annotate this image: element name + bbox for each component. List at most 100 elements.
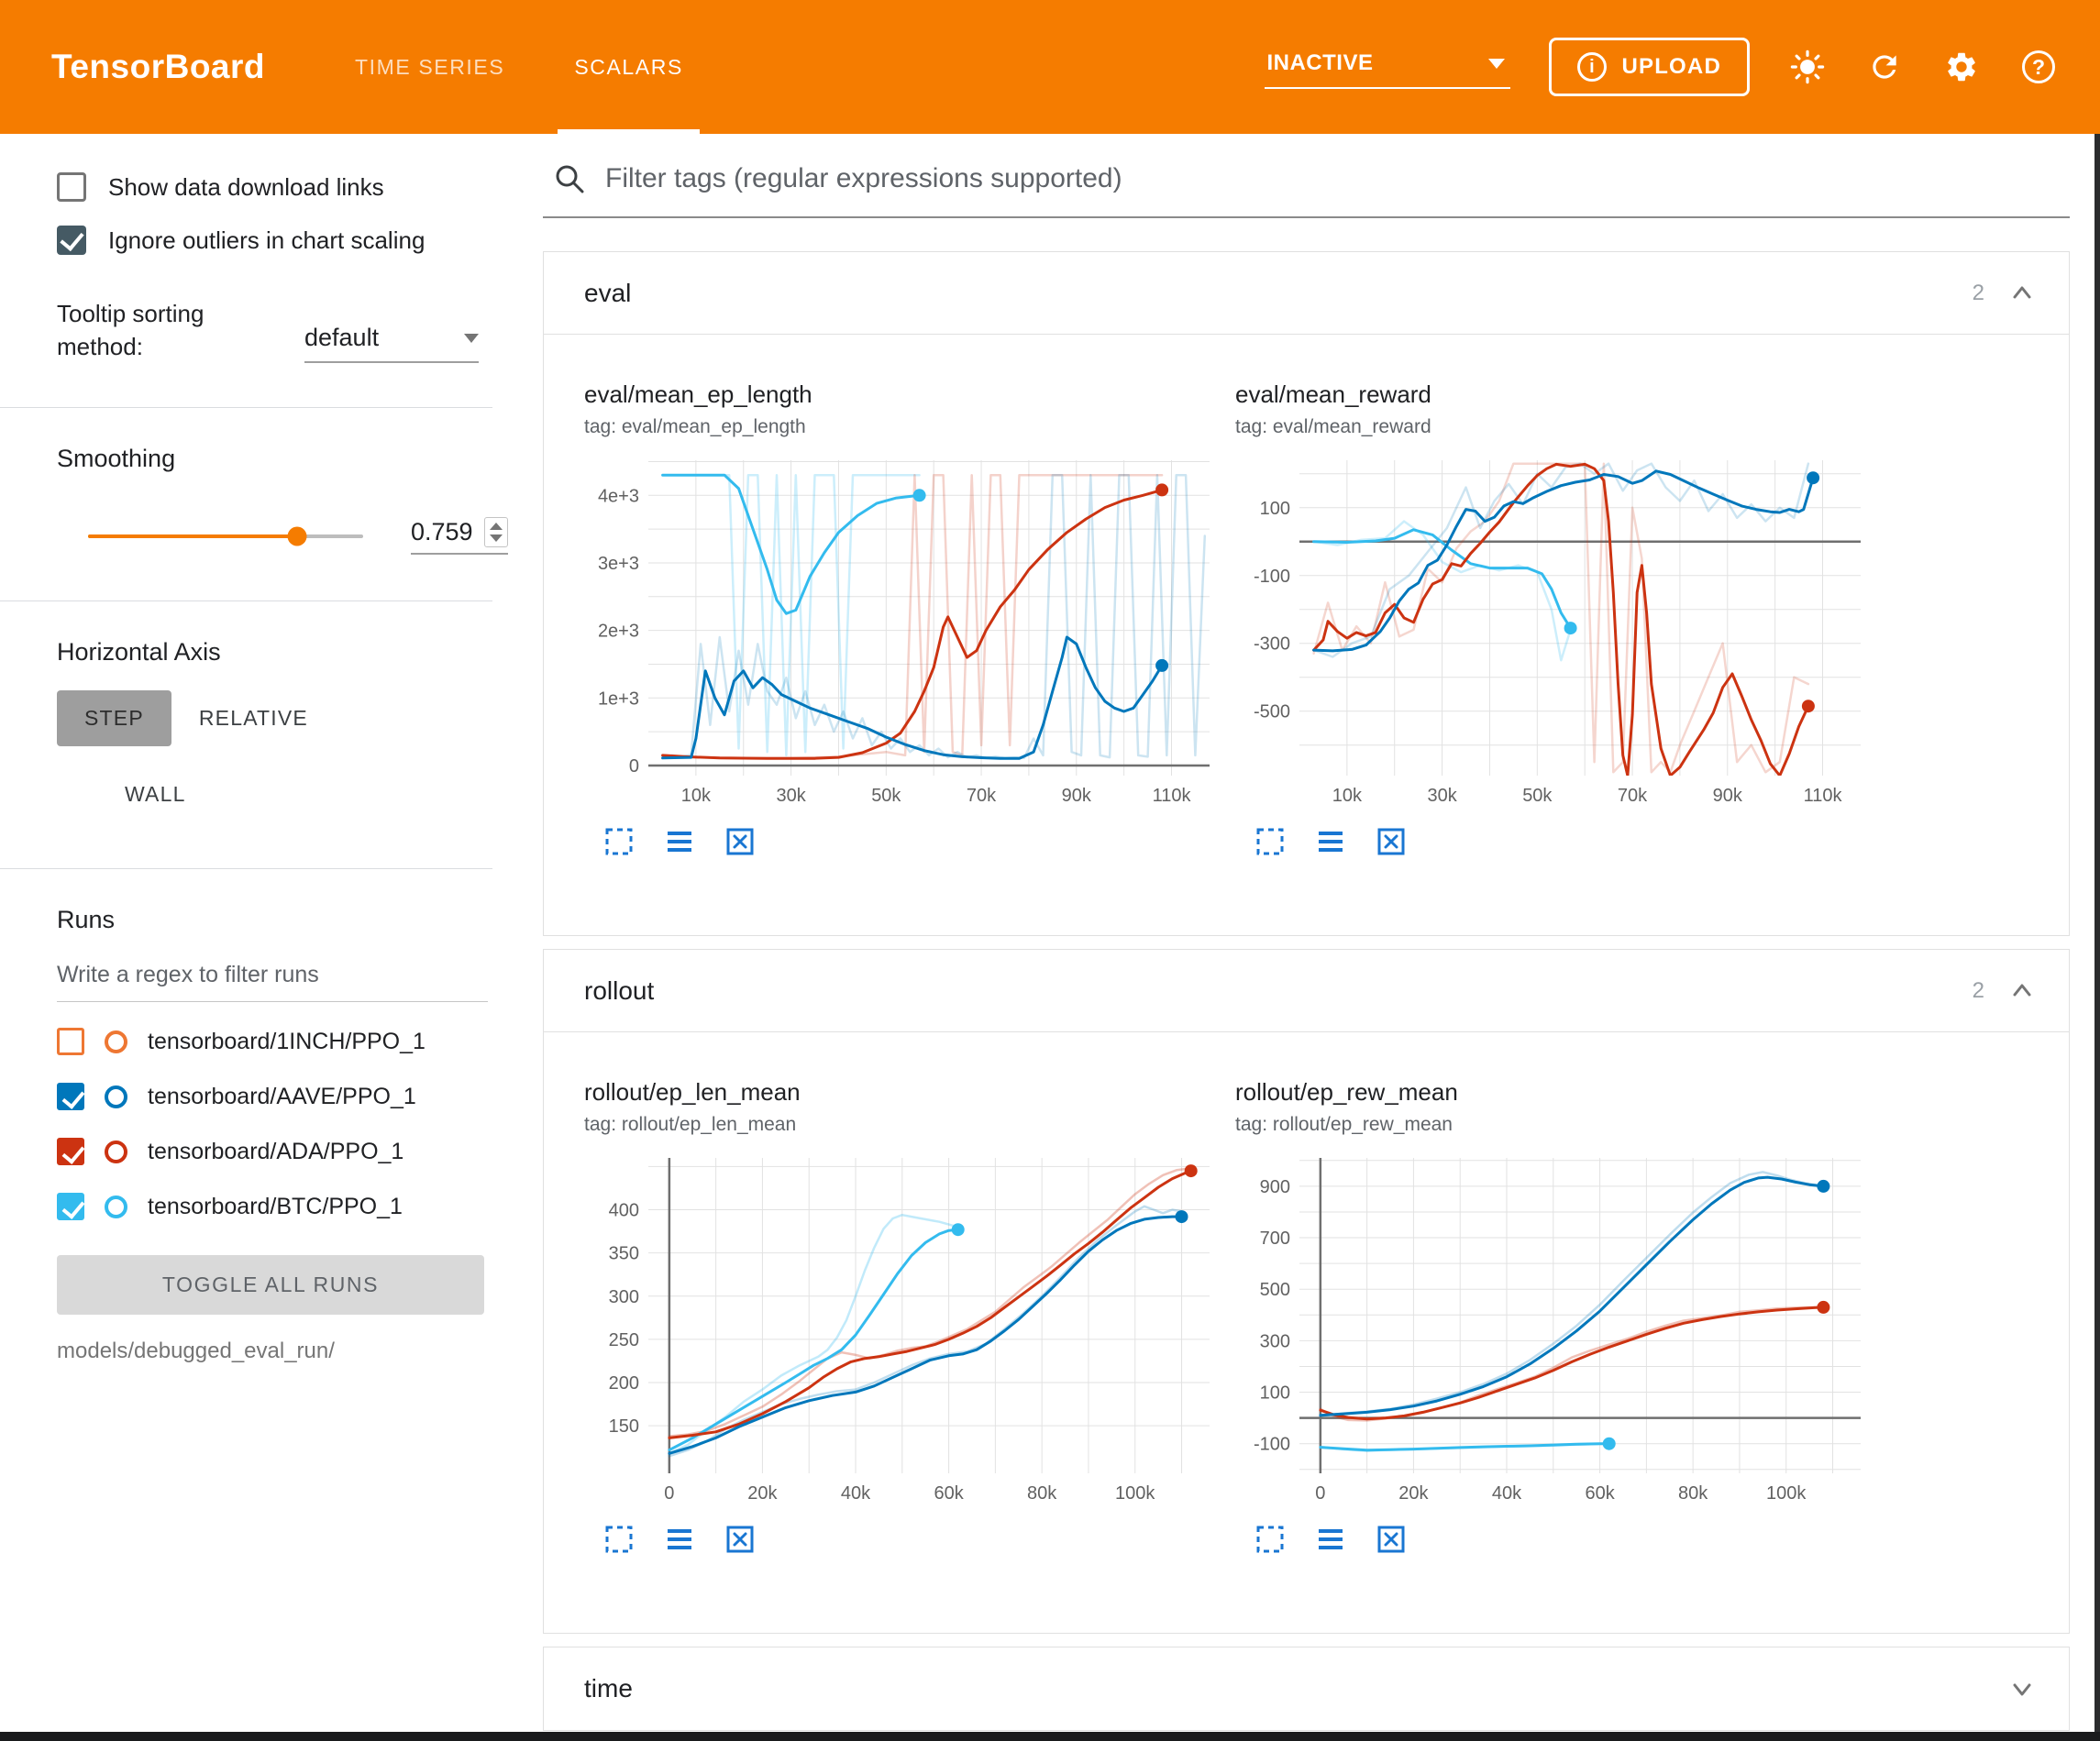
collapse-section-button[interactable] — [2006, 975, 2038, 1007]
svg-text:350: 350 — [609, 1244, 639, 1264]
expand-chart-button[interactable] — [1254, 825, 1287, 858]
refresh-icon[interactable] — [1865, 48, 1904, 86]
run-checkbox[interactable] — [57, 1138, 84, 1165]
smoothing-value-input[interactable] — [411, 518, 484, 546]
chart-card-rollout-ep-len-mean: rollout/ep_len_mean tag: rollout/ep_len_… — [584, 1078, 1226, 1556]
chart-tag: tag: eval/mean_ep_length — [584, 416, 1226, 438]
svg-text:10k: 10k — [1332, 786, 1363, 806]
chart-plot[interactable]: 020k40k60k80k100k-100100300500700900 — [1235, 1147, 1868, 1506]
toggle-all-runs-button[interactable]: TOGGLE ALL RUNS — [57, 1255, 484, 1315]
run-row-aave: tensorboard/AAVE/PPO_1 — [57, 1070, 543, 1123]
filter-underline — [543, 216, 2070, 218]
section-time-header[interactable]: time — [544, 1647, 2069, 1730]
chart-plot[interactable]: 020k40k60k80k100k150200250300350400 — [584, 1147, 1217, 1506]
svg-text:-300: -300 — [1254, 634, 1290, 655]
run-color-swatch[interactable] — [105, 1030, 127, 1053]
fit-domain-button[interactable] — [1375, 825, 1408, 858]
svg-text:0: 0 — [664, 1483, 674, 1504]
section-eval: eval 2 eval/mean_ep_length tag: eval/mea… — [543, 251, 2070, 936]
svg-text:70k: 70k — [1618, 786, 1648, 806]
ignore-outliers-checkbox[interactable] — [57, 226, 86, 255]
run-label: tensorboard/ADA/PPO_1 — [148, 1139, 403, 1165]
horizontal-axis-label: Horizontal Axis — [57, 638, 543, 667]
fit-domain-button[interactable] — [1375, 1523, 1408, 1556]
brightness-icon[interactable] — [1788, 48, 1827, 86]
show-download-links-checkbox[interactable] — [57, 172, 86, 202]
search-icon — [552, 161, 587, 196]
stepper-down-icon[interactable] — [490, 534, 503, 542]
horizontal-axis-buttons: STEP RELATIVE — [57, 690, 543, 746]
svg-text:30k: 30k — [776, 786, 806, 806]
tooltip-sorting-select[interactable]: default — [304, 324, 479, 363]
chart-plot[interactable]: 10k30k50k70k90k110k100-100-300-500 — [1235, 449, 1868, 809]
filter-tags-input[interactable] — [605, 163, 1889, 194]
chevron-down-icon — [1488, 59, 1505, 69]
svg-text:80k: 80k — [1027, 1483, 1057, 1504]
svg-text:100: 100 — [1260, 499, 1290, 519]
tab-scalars[interactable]: SCALARS — [539, 0, 718, 134]
section-rollout-header[interactable]: rollout 2 — [544, 950, 2069, 1032]
svg-text:50k: 50k — [871, 786, 901, 806]
run-checkbox[interactable] — [57, 1193, 84, 1220]
status-dropdown[interactable]: INACTIVE — [1265, 45, 1510, 89]
chart-toolbar — [1235, 1523, 1877, 1556]
svg-text:70k: 70k — [967, 786, 997, 806]
run-checkbox[interactable] — [57, 1083, 84, 1110]
svg-text:700: 700 — [1260, 1229, 1290, 1249]
svg-text:80k: 80k — [1678, 1483, 1708, 1504]
filter-tags-row — [543, 134, 2100, 196]
svg-text:400: 400 — [609, 1201, 639, 1221]
data-table-button[interactable] — [1314, 825, 1347, 858]
upload-button[interactable]: i UPLOAD — [1549, 38, 1750, 96]
horizontal-scrollbar[interactable] — [0, 1732, 2100, 1741]
expand-chart-button[interactable] — [602, 825, 636, 858]
axis-step-button[interactable]: STEP — [57, 690, 171, 746]
smoothing-slider[interactable] — [88, 534, 363, 538]
axis-wall-button[interactable]: WALL — [97, 766, 214, 822]
show-download-links-label: Show data download links — [108, 173, 384, 202]
help-icon[interactable]: ? — [2019, 48, 2058, 86]
settings-icon[interactable] — [1942, 48, 1981, 86]
expand-chart-button[interactable] — [1254, 1523, 1287, 1556]
run-checkbox[interactable] — [57, 1028, 84, 1055]
svg-text:4e+3: 4e+3 — [598, 486, 639, 506]
svg-text:-500: -500 — [1254, 702, 1290, 722]
stepper-up-icon[interactable] — [490, 523, 503, 530]
svg-text:2e+3: 2e+3 — [598, 622, 639, 642]
tab-time-series[interactable]: TIME SERIES — [320, 0, 539, 134]
data-table-button[interactable] — [663, 1523, 696, 1556]
section-eval-header[interactable]: eval 2 — [544, 252, 2069, 335]
chart-toolbar — [584, 1523, 1226, 1556]
svg-text:110k: 110k — [1804, 786, 1843, 806]
smoothing-slider-thumb[interactable] — [287, 526, 306, 545]
svg-text:30k: 30k — [1427, 786, 1457, 806]
svg-text:100: 100 — [1260, 1383, 1290, 1404]
run-color-swatch[interactable] — [105, 1085, 127, 1108]
chevron-down-icon — [464, 334, 479, 343]
axis-relative-button[interactable]: RELATIVE — [171, 690, 336, 746]
run-color-swatch[interactable] — [105, 1140, 127, 1163]
svg-text:3e+3: 3e+3 — [598, 554, 639, 574]
collapse-section-button[interactable] — [2006, 278, 2038, 309]
chart-tag: tag: rollout/ep_len_mean — [584, 1114, 1226, 1136]
data-table-button[interactable] — [1314, 1523, 1347, 1556]
smoothing-label: Smoothing — [57, 445, 543, 473]
chart-toolbar — [584, 825, 1226, 858]
expand-section-button[interactable] — [2006, 1673, 2038, 1704]
svg-text:500: 500 — [1260, 1280, 1290, 1300]
fit-domain-button[interactable] — [724, 1523, 757, 1556]
scalars-dashboard: eval 2 eval/mean_ep_length tag: eval/mea… — [543, 134, 2100, 1741]
expand-chart-button[interactable] — [602, 1523, 636, 1556]
chart-card-rollout-ep-rew-mean: rollout/ep_rew_mean tag: rollout/ep_rew_… — [1235, 1078, 1877, 1556]
smoothing-stepper[interactable] — [484, 517, 508, 547]
run-label: tensorboard/BTC/PPO_1 — [148, 1194, 403, 1220]
divider — [0, 868, 492, 869]
section-title: rollout — [584, 976, 654, 1006]
svg-text:110k: 110k — [1153, 786, 1192, 806]
chart-plot[interactable]: 10k30k50k70k90k110k01e+32e+33e+34e+3 — [584, 449, 1217, 809]
data-table-button[interactable] — [663, 825, 696, 858]
fit-domain-button[interactable] — [724, 825, 757, 858]
runs-filter-input[interactable] — [57, 962, 488, 1002]
run-color-swatch[interactable] — [105, 1196, 127, 1218]
vertical-scrollbar[interactable] — [2094, 134, 2100, 1741]
